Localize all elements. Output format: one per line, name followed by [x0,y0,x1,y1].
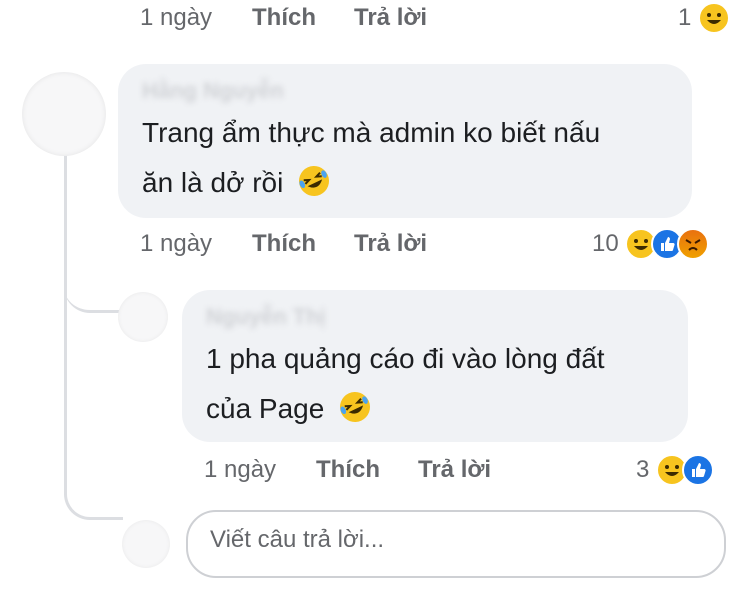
reaction-count: 10 [592,230,619,257]
reaction-summary[interactable]: 3 [636,454,715,486]
top-comment-actions: 1 ngày Thích Trả lời 1 [140,2,730,36]
reaction-count: 3 [636,456,650,483]
angry-reaction-icon [677,228,710,260]
like-link[interactable]: Thích [316,456,380,484]
comment-text: Trang ẩm thực mà admin ko biết nấu ăn là… [142,108,600,208]
reply-actions: 1 ngày Thích Trả lời 3 [204,454,730,488]
reply-input[interactable]: Viết câu trả lời... [186,510,726,578]
reply-link[interactable]: Trả lời [418,456,491,484]
reaction-summary[interactable]: 1 [678,2,730,34]
comment-author[interactable]: Hằng Nguyễn [142,78,284,104]
comment-text-line: Trang ẩm thực mà admin ko biết nấu [142,117,601,148]
reply-link[interactable]: Trả lời [354,230,427,258]
reaction-count: 1 [677,4,692,31]
reply-text: 1 pha quảng cáo đi vào lòng đất của Page [206,334,605,434]
reply-bubble: Nguyễn Thị 1 pha quảng cáo đi vào lòng đ… [182,290,688,442]
replier-avatar[interactable] [118,292,168,342]
haha-reaction-icon [698,2,730,34]
thread-branch-line [64,250,120,313]
reply-text-line: của Page [206,393,325,424]
comment-time[interactable]: 1 ngày [140,230,212,258]
rolling-laughing-emoji-icon [299,166,330,196]
comment-text-line: ăn là dở rồi [142,167,284,198]
like-reaction-icon [682,454,715,486]
rolling-laughing-emoji-icon [340,392,371,422]
like-link[interactable]: Thích [252,230,316,258]
comment-actions: 1 ngày Thích Trả lời 10 [140,228,730,262]
commenter-avatar[interactable] [22,72,106,156]
current-user-avatar[interactable] [122,520,170,568]
thread-line [64,122,123,520]
reply-time[interactable]: 1 ngày [204,456,276,484]
like-link[interactable]: Thích [252,4,316,32]
reaction-summary[interactable]: 10 [592,228,710,260]
reply-input-placeholder: Viết câu trả lời... [210,526,385,553]
reply-link[interactable]: Trả lời [354,4,427,32]
comment-bubble: Hằng Nguyễn Trang ẩm thực mà admin ko bi… [118,64,692,218]
comment-time[interactable]: 1 ngày [140,4,212,32]
reply-author[interactable]: Nguyễn Thị [206,304,326,330]
reply-text-line: 1 pha quảng cáo đi vào lòng đất [206,343,605,374]
